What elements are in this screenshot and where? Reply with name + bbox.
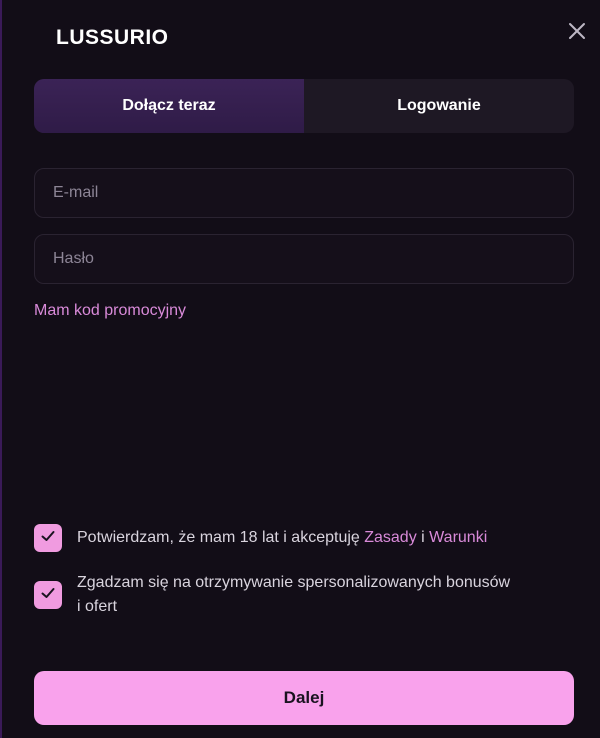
email-field: [34, 168, 574, 218]
age-consent-checkbox[interactable]: [34, 524, 62, 552]
marketing-consent-row: Zgadzam się na otrzymywanie spersonalizo…: [34, 571, 574, 619]
close-button[interactable]: [566, 20, 588, 42]
age-consent-label: Potwierdzam, że mam 18 lat i akceptuję: [77, 529, 365, 546]
age-consent-text: Potwierdzam, że mam 18 lat i akceptuję Z…: [77, 526, 487, 550]
marketing-consent-label: Zgadzam się na otrzymywanie spersonalizo…: [77, 574, 511, 615]
promo-code-link[interactable]: Mam kod promocyjny: [34, 302, 186, 320]
email-input[interactable]: [51, 183, 573, 203]
tab-join-now[interactable]: Dołącz teraz: [34, 79, 304, 133]
marketing-consent-checkbox[interactable]: [34, 581, 62, 609]
password-field: [34, 234, 574, 284]
age-consent-and: i: [416, 529, 430, 546]
age-consent-row: Potwierdzam, że mam 18 lat i akceptuję Z…: [34, 524, 574, 552]
auth-tabs: Dołącz teraz Logowanie: [34, 79, 574, 133]
checkmark-icon: [39, 584, 57, 607]
terms-link[interactable]: Warunki: [429, 529, 487, 546]
continue-button[interactable]: Dalej: [34, 671, 574, 725]
rules-link[interactable]: Zasady: [364, 529, 416, 546]
checkmark-icon: [39, 527, 57, 550]
close-icon: [566, 20, 588, 42]
registration-modal: LUSSURIO Dołącz teraz Logowanie Mam kod …: [0, 0, 600, 738]
brand-logo: LUSSURIO: [56, 26, 169, 49]
password-input[interactable]: [51, 249, 573, 269]
tab-login[interactable]: Logowanie: [304, 79, 574, 133]
